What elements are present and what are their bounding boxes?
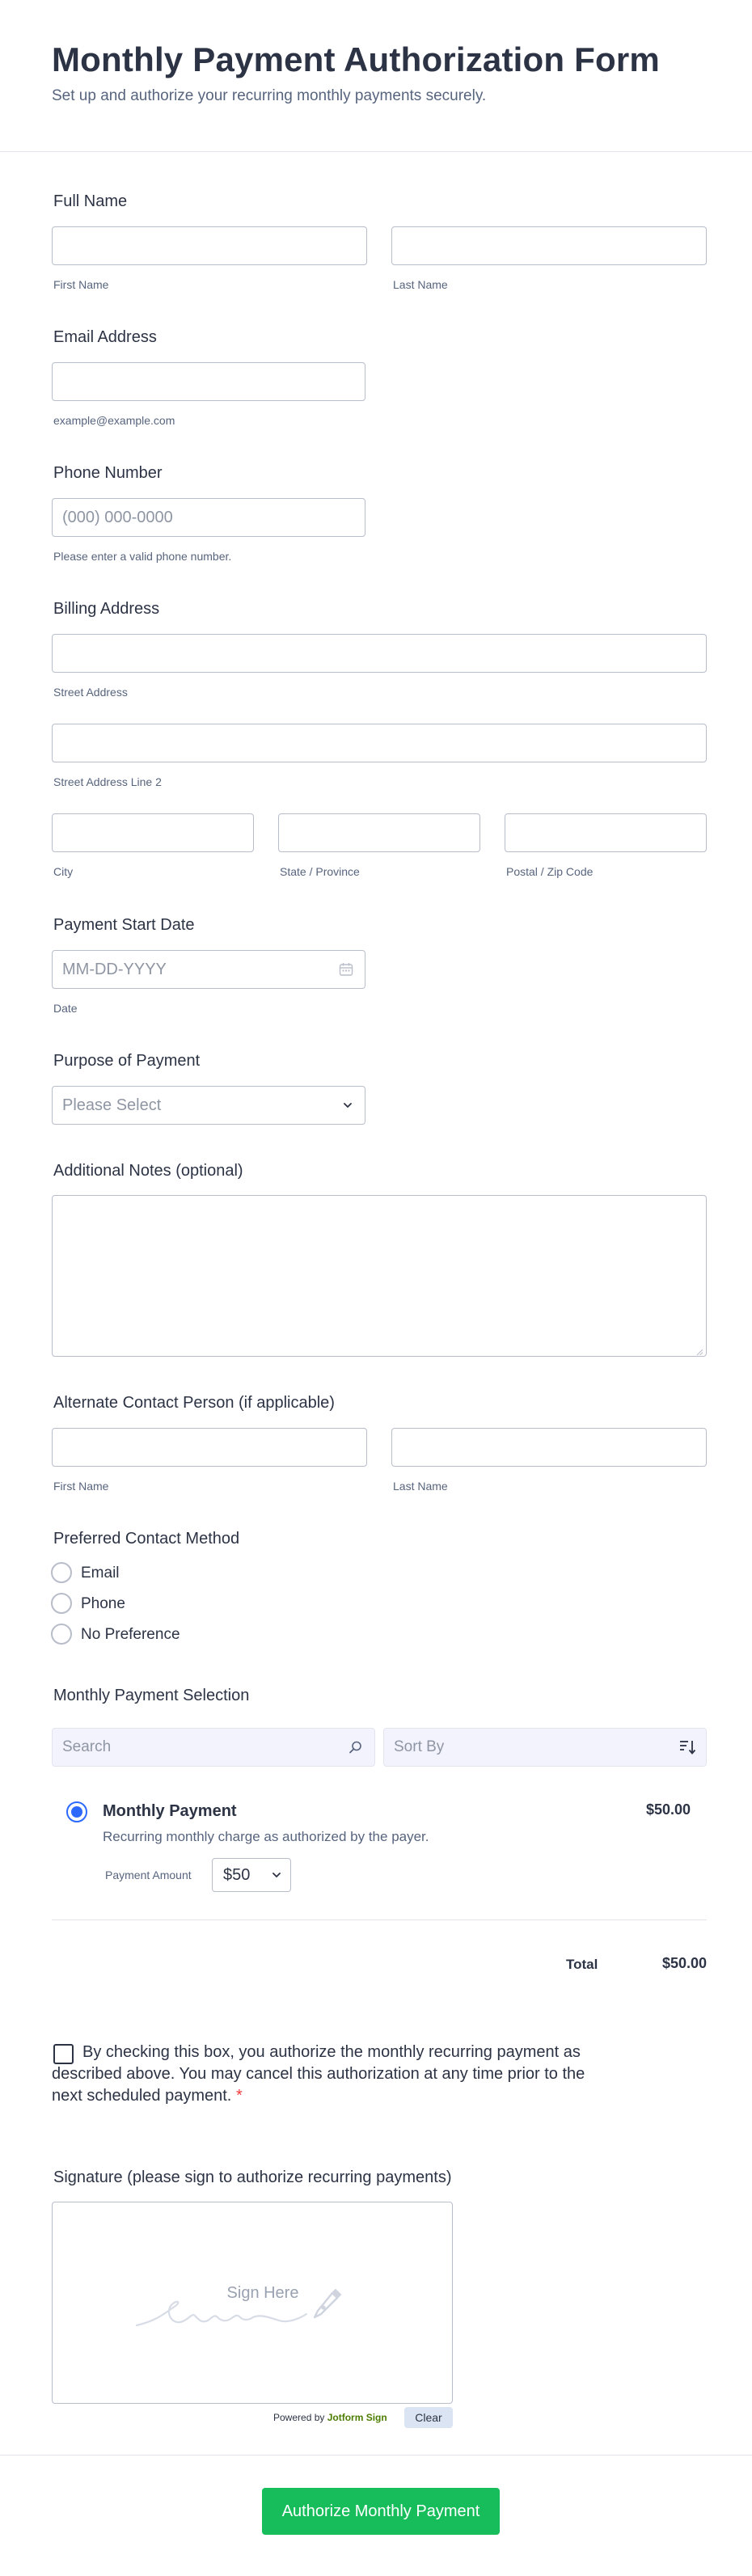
phone-sublabel: Please enter a valid phone number. — [53, 550, 232, 563]
sort-icon[interactable] — [678, 1739, 696, 1759]
state-input[interactable] — [278, 813, 480, 852]
phone-input[interactable]: (000) 000-0000 — [52, 498, 365, 537]
product-price: $50.00 — [645, 1801, 691, 1818]
payment-amount-value: $50 — [223, 1866, 251, 1884]
pen-icon — [313, 2288, 342, 2319]
total-label: Total — [566, 1957, 598, 1972]
clear-signature-button[interactable]: Clear — [404, 2407, 453, 2428]
radio-no-preference[interactable] — [51, 1624, 72, 1645]
page-subtitle: Set up and authorize your recurring mont… — [52, 87, 487, 104]
signature-label: Signature (please sign to authorize recu… — [53, 2168, 452, 2186]
consent-line-1: By checking this box, you authorize the … — [82, 2043, 581, 2061]
product-divider — [52, 1919, 707, 1920]
purpose-select[interactable]: Please Select — [52, 1086, 365, 1125]
start-date-sublabel: Date — [53, 1002, 78, 1015]
radio-phone[interactable] — [51, 1593, 72, 1614]
sort-by-placeholder: Sort By — [394, 1738, 445, 1755]
powered-by-text: Powered by Jotform Sign — [273, 2412, 387, 2423]
product-radio-selected[interactable] — [66, 1801, 87, 1822]
email-label: Email Address — [53, 328, 157, 346]
zip-input[interactable] — [505, 813, 707, 852]
signature-placeholder-scribble: Sign Here — [135, 2284, 342, 2327]
alt-last-name-sublabel: Last Name — [393, 1480, 448, 1493]
start-date-placeholder: MM-DD-YYYY — [62, 961, 167, 978]
street-address-line2-input[interactable] — [52, 724, 707, 762]
last-name-input[interactable] — [391, 226, 707, 265]
email-input[interactable] — [52, 362, 365, 401]
first-name-input[interactable] — [52, 226, 367, 265]
calendar-icon[interactable] — [339, 962, 353, 981]
phone-placeholder: (000) 000-0000 — [62, 509, 173, 526]
page-title: Monthly Payment Authorization Form — [52, 40, 660, 78]
chevron-down-icon — [342, 1100, 353, 1115]
street-address-line2-sublabel: Street Address Line 2 — [53, 775, 162, 788]
alt-first-name-input[interactable] — [52, 1428, 367, 1467]
phone-label: Phone Number — [53, 464, 163, 482]
radio-email[interactable] — [51, 1562, 72, 1583]
authorize-monthly-payment-button[interactable]: Authorize Monthly Payment — [262, 2488, 500, 2535]
consent-line-3: next scheduled payment. * — [52, 2087, 243, 2105]
alt-contact-label: Alternate Contact Person (if applicable) — [53, 1394, 335, 1412]
product-description: Recurring monthly charge as authorized b… — [103, 1829, 429, 1844]
footer-divider — [0, 2455, 752, 2456]
product-search-placeholder: Search — [62, 1738, 112, 1755]
notes-textarea[interactable] — [52, 1195, 707, 1357]
start-date-input[interactable]: MM-DD-YYYY — [52, 950, 365, 989]
city-sublabel: City — [53, 865, 74, 878]
billing-address-label: Billing Address — [53, 600, 160, 618]
email-sublabel: example@example.com — [53, 414, 175, 427]
jotform-sign-brand: Jotform Sign — [327, 2412, 387, 2423]
signature-pad[interactable]: Sign Here — [52, 2202, 453, 2404]
notes-label: Additional Notes (optional) — [53, 1162, 243, 1180]
last-name-sublabel: Last Name — [393, 278, 448, 291]
alt-last-name-input[interactable] — [391, 1428, 707, 1467]
search-icon[interactable] — [349, 1740, 363, 1759]
purpose-label: Purpose of Payment — [53, 1052, 201, 1070]
purpose-selected-value: Please Select — [62, 1096, 162, 1114]
product-name: Monthly Payment — [103, 1802, 237, 1820]
consent-checkbox[interactable] — [53, 2044, 74, 2064]
consent-line-2: described above. You may cancel this aut… — [52, 2065, 585, 2083]
payment-amount-label: Payment Amount — [105, 1869, 192, 1881]
radio-phone-label: Phone — [81, 1595, 125, 1612]
radio-no-preference-label: No Preference — [81, 1626, 180, 1643]
start-date-label: Payment Start Date — [53, 916, 195, 934]
first-name-sublabel: First Name — [53, 278, 109, 291]
alt-first-name-sublabel: First Name — [53, 1480, 109, 1493]
contact-method-label: Preferred Contact Method — [53, 1530, 240, 1548]
street-address-input[interactable] — [52, 634, 707, 673]
city-input[interactable] — [52, 813, 254, 852]
total-value: $50.00 — [661, 1955, 707, 1971]
payment-amount-select[interactable]: $50 — [212, 1858, 291, 1892]
product-search-input[interactable]: Search — [52, 1728, 375, 1767]
required-asterisk: * — [235, 2087, 243, 2105]
payment-selection-label: Monthly Payment Selection — [53, 1687, 250, 1704]
radio-email-label: Email — [81, 1565, 120, 1581]
zip-sublabel: Postal / Zip Code — [506, 865, 594, 878]
resize-grip-icon[interactable] — [695, 1345, 703, 1356]
state-sublabel: State / Province — [280, 865, 360, 878]
street-address-sublabel: Street Address — [53, 686, 128, 699]
chevron-down-icon — [271, 1869, 282, 1885]
header-divider — [0, 151, 752, 152]
sort-by-select[interactable]: Sort By — [383, 1728, 707, 1767]
sign-here-text: Sign Here — [227, 2284, 299, 2302]
full-name-label: Full Name — [53, 192, 128, 210]
